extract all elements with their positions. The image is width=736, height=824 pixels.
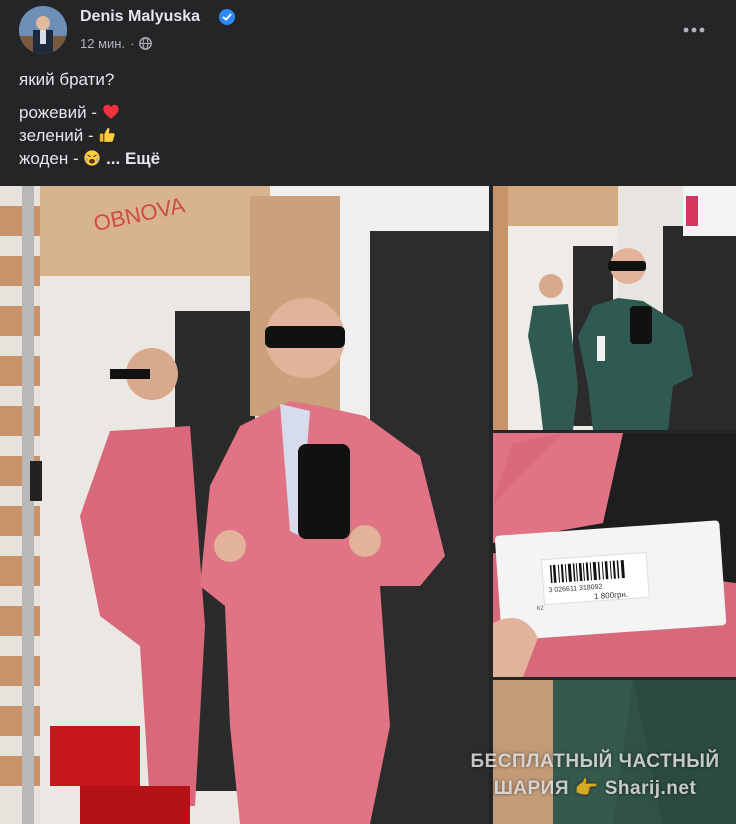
photo-price-tag[interactable]: 3 026611 318092 1 800грн. К2 xyxy=(493,433,736,677)
photo-pink-suit[interactable]: OBNOVA xyxy=(0,186,489,824)
watermark-line1: БЕСПЛАТНЫЙ ЧАСТНЫЙ xyxy=(470,751,720,772)
verified-badge-icon xyxy=(219,9,235,25)
watermark-line2: ШАРИЯ 👉 Sharij.net xyxy=(470,775,720,802)
post-text: який брати? рожевий - зелений - жоден - … xyxy=(19,68,709,170)
watermark-site: Sharij.net xyxy=(604,778,697,799)
see-more-link[interactable]: ... Ещё xyxy=(106,149,160,168)
watermark: БЕСПЛАТНЫЙ ЧАСТНЫЙ ШАРИЯ 👉 Sharij.net xyxy=(470,748,720,802)
author-avatar[interactable] xyxy=(19,6,67,54)
option-none-label: жоден - xyxy=(19,149,79,168)
post-header: Denis Malyuska 12 мин. · xyxy=(0,0,736,60)
post-question: який брати? xyxy=(19,70,115,89)
red-heart-emoji xyxy=(103,104,119,119)
option-green: зелений - xyxy=(19,124,709,147)
option-none: жоден - ... Ещё xyxy=(19,147,709,170)
meta-separator: · xyxy=(130,36,135,51)
globe-icon[interactable] xyxy=(139,37,153,50)
post-meta: 12 мин. · xyxy=(80,36,153,51)
option-pink-label: рожевий - xyxy=(19,103,97,122)
post-timestamp[interactable]: 12 мин. xyxy=(80,36,125,51)
option-green-label: зелений - xyxy=(19,126,94,145)
photo-green-suit[interactable] xyxy=(493,186,736,430)
more-options-icon xyxy=(683,27,705,33)
thumbs-up-emoji xyxy=(100,128,116,142)
author-name[interactable]: Denis Malyuska xyxy=(80,8,200,26)
pointing-hand-icon: 👉 xyxy=(574,778,599,799)
more-options-button[interactable] xyxy=(680,16,708,44)
watermark-word: ШАРИЯ xyxy=(493,778,569,799)
option-pink: рожевий - xyxy=(19,101,709,124)
weary-face-emoji xyxy=(84,150,100,166)
size-text: К2 xyxy=(537,606,545,613)
